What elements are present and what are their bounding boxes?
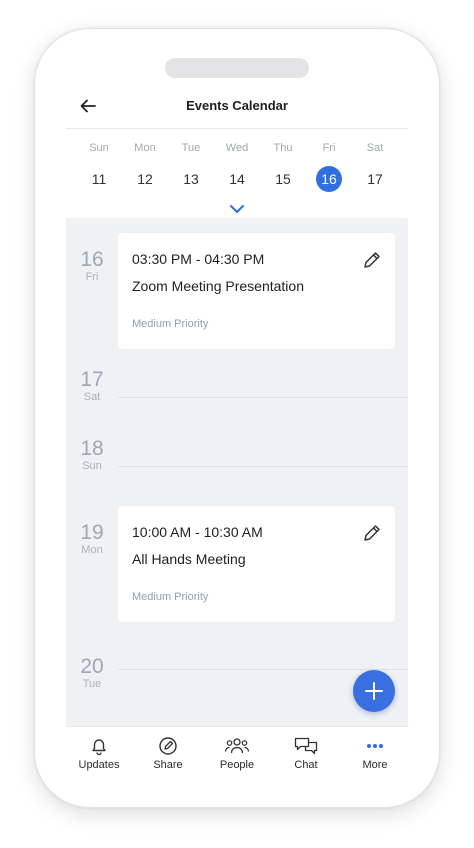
week-day-date: 16 — [316, 166, 342, 192]
agenda-day-number: 18 — [80, 437, 104, 460]
event-card[interactable]: 03:30 PM - 04:30 PM Zoom Meeting Present… — [118, 233, 395, 349]
agenda-day-number: 17 — [80, 368, 104, 391]
nav-people[interactable]: People — [207, 735, 267, 771]
agenda-day-label: 20 Tue — [70, 656, 114, 691]
week-day-date: 15 — [275, 171, 291, 187]
week-day[interactable]: Sat 17 — [355, 140, 395, 192]
agenda-day-number: 20 — [80, 655, 104, 678]
chat-icon — [294, 737, 318, 755]
week-day-name: Thu — [273, 142, 293, 154]
nav-share[interactable]: Share — [138, 735, 198, 771]
agenda-day-label: 16 Fri — [70, 249, 114, 284]
agenda-day-label: 18 Sun — [70, 438, 114, 473]
agenda-divider — [118, 397, 408, 398]
week-day[interactable]: Wed 14 — [217, 140, 257, 192]
event-time: 10:00 AM - 10:30 AM — [132, 524, 263, 540]
agenda-day-weekday: Tue — [82, 678, 102, 690]
week-day-name: Sat — [366, 142, 384, 154]
week-day[interactable]: Sun 11 — [79, 140, 119, 192]
week-day-name: Tue — [181, 142, 201, 154]
page-title: Events Calendar — [186, 98, 288, 113]
bell-icon — [92, 739, 106, 756]
week-day-name: Fri — [322, 142, 336, 154]
agenda-day-weekday: Sun — [82, 460, 102, 472]
week-day-date: 12 — [137, 171, 153, 187]
week-day-name: Sun — [89, 142, 109, 154]
nav-label: Chat — [294, 759, 318, 771]
app-header: Events Calendar — [66, 86, 408, 129]
week-day-name: Mon — [134, 142, 156, 154]
chevron-down-icon[interactable] — [228, 202, 246, 214]
nav-label: More — [362, 759, 388, 771]
week-day-name: Wed — [225, 142, 249, 154]
agenda-list: 16 Fri 03:30 PM - 04:30 PM Zoom Meeting … — [66, 218, 408, 726]
nav-more[interactable]: More — [345, 735, 405, 771]
nav-label: Updates — [78, 759, 120, 771]
event-time: 03:30 PM - 04:30 PM — [132, 251, 265, 267]
week-day-date: 11 — [91, 171, 107, 187]
week-day-date: 13 — [183, 171, 199, 187]
week-day-date: 17 — [367, 171, 383, 187]
agenda-day-label: 17 Sat — [70, 369, 114, 404]
add-event-button[interactable] — [353, 670, 395, 712]
agenda-day-number: 19 — [80, 521, 104, 544]
pencil-icon[interactable] — [361, 522, 383, 544]
event-card[interactable]: 10:00 AM - 10:30 AM All Hands Meeting Me… — [118, 506, 395, 622]
nav-updates[interactable]: Updates — [69, 735, 129, 771]
event-priority: Medium Priority — [132, 591, 209, 603]
event-title: Zoom Meeting Presentation — [132, 278, 304, 294]
bottom-nav: Updates Share People Chat More — [66, 726, 408, 776]
phone-notch — [165, 58, 309, 78]
more-dots-icon — [367, 744, 383, 748]
share-edit-icon — [159, 737, 177, 755]
pencil-icon[interactable] — [361, 249, 383, 271]
people-icon — [224, 738, 250, 754]
week-day[interactable]: Tue 13 — [171, 140, 211, 192]
agenda-divider — [118, 669, 408, 670]
agenda-day-weekday: Sat — [83, 391, 101, 403]
nav-label: People — [219, 759, 255, 771]
event-priority: Medium Priority — [132, 318, 209, 330]
agenda-day-weekday: Fri — [85, 271, 99, 283]
agenda-divider — [118, 466, 408, 467]
agenda-day-label: 19 Mon — [70, 522, 114, 557]
nav-chat[interactable]: Chat — [276, 735, 336, 771]
week-day-date: 14 — [229, 171, 245, 187]
week-day-selected[interactable]: Fri 16 — [309, 140, 349, 192]
plus-icon — [365, 682, 383, 700]
agenda-day-weekday: Mon — [81, 544, 103, 556]
week-day[interactable]: Thu 15 — [263, 140, 303, 192]
week-day[interactable]: Mon 12 — [125, 140, 165, 192]
agenda-day-number: 16 — [80, 248, 104, 271]
nav-label: Share — [153, 759, 183, 771]
event-title: All Hands Meeting — [132, 551, 246, 567]
app-screen: Events Calendar Sun 11 Mon 12 Tue 13 Wed… — [66, 86, 408, 786]
